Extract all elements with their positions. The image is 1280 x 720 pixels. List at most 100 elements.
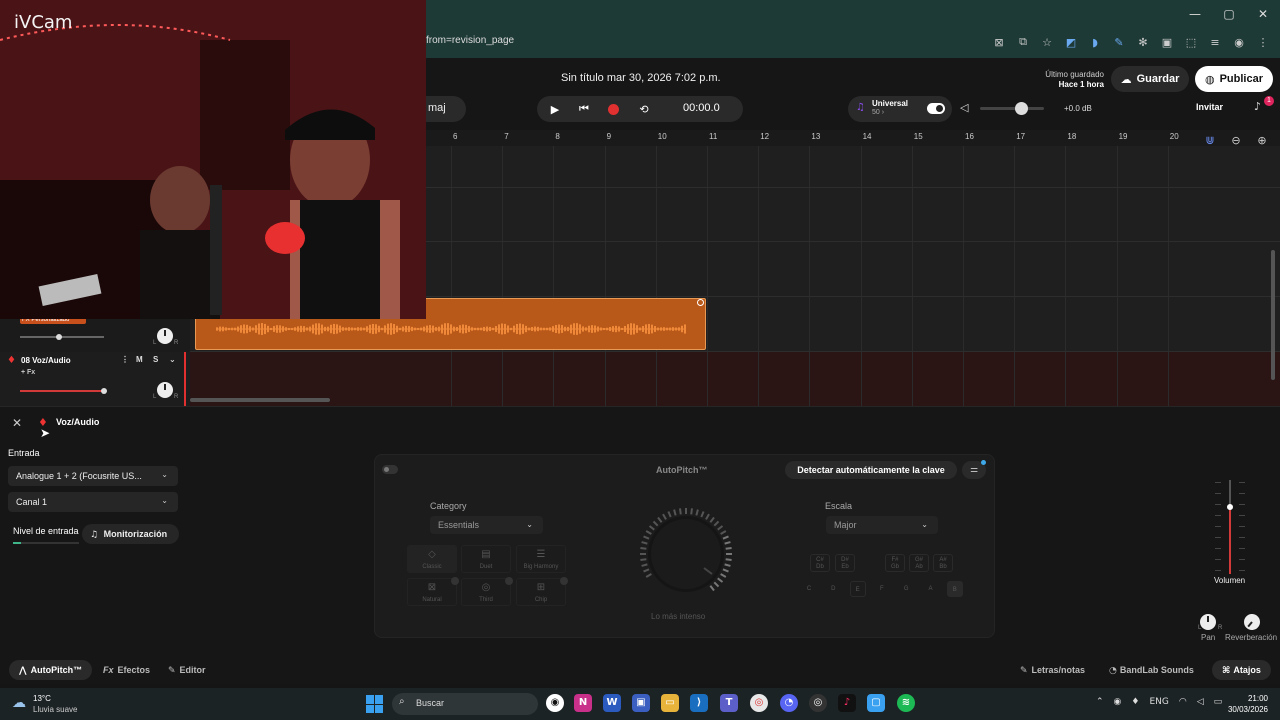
record-button[interactable] [605, 101, 621, 117]
app-icon-obs[interactable]: ◉ [546, 694, 564, 712]
tab-lyrics[interactable]: ✎ Letras/notas [1010, 660, 1095, 680]
key-button-e[interactable]: E [849, 581, 866, 597]
chevron-up-icon[interactable]: ⌃ [1096, 697, 1104, 707]
key-button-d[interactable]: D [825, 581, 841, 597]
weather-temperature[interactable]: 13°C [33, 694, 51, 703]
app-icon-vscode[interactable]: ⟩ [690, 694, 708, 712]
scale-select[interactable]: Major ⌄ [826, 516, 938, 534]
key-button-sharp[interactable]: G# Ab [909, 554, 929, 572]
loop-icon[interactable]: ⟲ [636, 101, 652, 117]
tab-shortcuts[interactable]: ⌘ Atajos [1212, 660, 1271, 680]
maximize-icon[interactable]: ▢ [1212, 0, 1246, 28]
location-icon[interactable]: ◉ [1114, 697, 1122, 707]
style-chip[interactable]: ⊞ Chip [516, 578, 566, 606]
camera-icon[interactable]: ⊠ [990, 34, 1008, 50]
channel-select[interactable]: Canal 1 ⌄ [8, 492, 178, 512]
track-08-volume-knob[interactable] [101, 388, 107, 394]
autopitch-toggle[interactable] [382, 465, 398, 474]
style-natural[interactable]: ⊠ Natural [407, 578, 457, 606]
horizontal-scrollbar[interactable] [190, 398, 330, 402]
zoom-out-icon[interactable]: ⊖ [1228, 134, 1244, 147]
minimize-icon[interactable]: — [1178, 0, 1212, 28]
wave-icon[interactable]: ◗ [1086, 34, 1104, 50]
bell-icon[interactable]: ♪ [1254, 100, 1261, 113]
key-button-sharp[interactable]: A# Bb [933, 554, 953, 572]
cast-icon[interactable]: ▣ [1158, 34, 1176, 50]
style-third[interactable]: ◎ Third [461, 578, 511, 606]
previous-track-volume[interactable] [20, 336, 104, 338]
app-icon-discord[interactable]: ◔ [780, 694, 798, 712]
style-big-harmony[interactable]: ☰ Big Harmony [516, 545, 566, 573]
taskbar-search[interactable]: Buscar [392, 693, 538, 715]
pen-icon[interactable]: ✎ [1110, 34, 1128, 50]
key-button[interactable]: maj [420, 96, 466, 122]
app-icon-teams[interactable]: T [720, 694, 738, 712]
pan-knob[interactable] [1200, 614, 1216, 630]
key-button-sharp[interactable]: C# Db [810, 554, 830, 572]
master-volume-knob[interactable] [1015, 102, 1028, 115]
close-icon[interactable]: ✕ [12, 416, 22, 430]
url-text[interactable]: from=revision_page [426, 35, 514, 46]
universal-toggle[interactable] [927, 103, 945, 114]
translate-icon[interactable]: ◩ [1062, 34, 1080, 50]
chevron-down-icon[interactable]: ⌄ [169, 355, 176, 364]
previous-track-volume-knob[interactable] [56, 334, 62, 340]
start-button[interactable] [366, 695, 384, 713]
mute-button[interactable]: M [136, 355, 143, 364]
key-button-a[interactable]: A [923, 581, 939, 597]
add-fx-button[interactable]: + Fx [21, 369, 35, 376]
volume-fader-knob[interactable] [1227, 504, 1233, 510]
app-icon-ivcam[interactable]: ▢ [867, 694, 885, 712]
screen-icon[interactable]: ⧉ [1014, 34, 1032, 50]
key-button-c[interactable]: C [801, 581, 817, 597]
puzzle-icon[interactable]: ⬚ [1182, 34, 1200, 50]
style-classic[interactable]: ◇ Classic [407, 545, 457, 573]
monitoring-button[interactable]: ♫ Monitorización [82, 524, 179, 544]
language-indicator[interactable]: ENG [1149, 697, 1168, 707]
play-icon[interactable]: ▶ [547, 101, 563, 117]
app-icon-file-explorer[interactable]: ▭ [661, 694, 679, 712]
clock-time[interactable]: 21:00 [1230, 694, 1268, 703]
speaker-icon[interactable]: ◁ [960, 101, 968, 114]
track-08-volume[interactable] [20, 390, 104, 392]
track-more-button[interactable]: ⋮ [121, 355, 129, 364]
tab-bandlab-sounds[interactable]: ◔ BandLab Sounds [1099, 660, 1204, 680]
track-08-pan-knob[interactable] [157, 382, 173, 398]
microphone-tray-icon[interactable]: ♦ [1131, 697, 1139, 707]
category-select[interactable]: Essentials ⌄ [430, 516, 543, 534]
app-icon-chrome[interactable]: ◎ [750, 694, 768, 712]
zoom-in-icon[interactable]: ⊕ [1254, 134, 1270, 147]
key-button-b[interactable]: B [946, 581, 963, 597]
tab-effects[interactable]: Fx Efectos [93, 660, 160, 680]
app-icon-tiktok[interactable]: ♪ [838, 694, 856, 712]
profile-icon[interactable]: ◉ [1230, 34, 1248, 50]
cloud-rain-icon[interactable]: ☁ [12, 695, 26, 711]
key-button-sharp[interactable]: D# Eb [835, 554, 855, 572]
skip-back-icon[interactable]: ⏮ [576, 101, 592, 117]
star-icon[interactable]: ☆ [1038, 34, 1056, 50]
publish-button[interactable]: ◍ Publicar [1195, 66, 1273, 92]
key-button-g[interactable]: G [898, 581, 914, 597]
previous-track-pan-knob[interactable] [157, 328, 173, 344]
close-window-icon[interactable]: ✕ [1246, 0, 1280, 28]
app-icon-spotify[interactable]: ≋ [897, 694, 915, 712]
intensity-dial[interactable] [632, 508, 744, 598]
clock-date[interactable]: 30/03/2026 [1220, 705, 1268, 714]
menu-icon[interactable]: ⋮ [1254, 34, 1272, 50]
wifi-icon[interactable]: ◠ [1179, 697, 1187, 707]
input-device-select[interactable]: Analogue 1 + 2 (Focusrite US... ⌄ [8, 466, 178, 486]
track-08-name[interactable]: 08 Voz/Audio [21, 356, 71, 365]
magnet-icon[interactable]: ⋓ [1202, 134, 1218, 147]
clip-loop-handle[interactable] [697, 299, 704, 306]
speaker-tray-icon[interactable]: ◁ [1197, 697, 1204, 707]
app-icon-chrome-alt[interactable]: ◎ [809, 694, 827, 712]
tab-autopitch[interactable]: ⋀ AutoPitch™ [9, 660, 93, 680]
playlist-icon[interactable]: ≡ [1206, 34, 1224, 50]
master-volume-slider[interactable] [980, 107, 1044, 110]
weather-description[interactable]: Lluvia suave [33, 705, 77, 714]
vertical-scrollbar[interactable] [1271, 250, 1275, 380]
save-button[interactable]: ☁ Guardar [1111, 66, 1189, 92]
address-bar[interactable]: from=revision_page ⊠ ⧉ ☆ ◩ ◗ ✎ ✻ ▣ ⬚ ≡ ◉… [420, 31, 1280, 53]
app-icon-onenote[interactable]: N [574, 694, 592, 712]
detect-key-button[interactable]: Detectar automáticamente la clave [785, 461, 957, 479]
